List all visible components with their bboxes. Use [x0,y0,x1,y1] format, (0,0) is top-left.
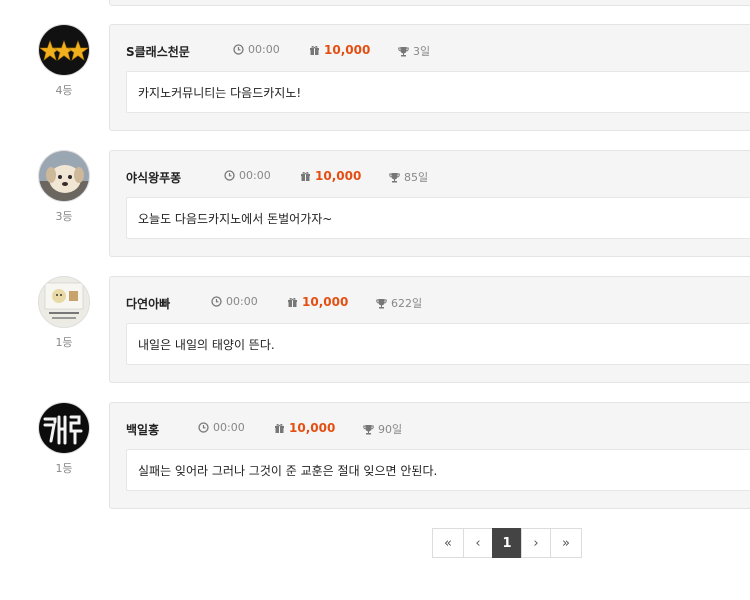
avatar[interactable] [38,24,90,76]
points-text: 10,000 [324,43,371,57]
comment-time: 00:00 [224,169,271,182]
trophy-icon [389,173,400,183]
user-rank: 4등 [55,84,73,97]
time-text: 00:00 [213,421,245,434]
points-text: 10,000 [315,169,362,183]
comment-item: 1등 백일홍 00:00 10,000 90일 실패는 잊어라 그러나 그것이 … [0,402,750,528]
comment-message: 실패는 잊어라 그러나 그것이 준 교훈은 절대 잊으면 안된다. [126,449,750,491]
comment-points: 10,000 [309,43,370,57]
comment-time: 00:00 [211,295,258,308]
author-name[interactable]: S클래스천문 [126,43,190,60]
comment-meta: 백일홍 00:00 10,000 90일 [126,421,750,437]
trophy-icon [398,47,409,57]
comment-meta: 다연아빠 00:00 10,000 622일 [126,295,750,311]
user-rank: 1등 [55,336,73,349]
comment-item: 3등 야식왕푸퐁 00:00 10,000 85일 오늘도 다음드카지노에서 돈… [0,150,750,276]
membership-days: 622일 [376,295,422,311]
days-text: 3일 [413,45,431,58]
avatar[interactable] [38,150,90,202]
comment-card: S클래스천문 00:00 10,000 3일 카지노커뮤니티는 다음드카지노! [109,24,750,131]
trophy-icon [363,425,374,435]
author-column: 4등 [38,24,90,98]
clock-icon [233,44,244,55]
days-text: 90일 [378,423,403,436]
days-text: 85일 [404,171,429,184]
comment-points: 10,000 [300,169,361,183]
time-text: 00:00 [248,43,280,56]
gift-icon [301,172,310,181]
comment-item: 4등 S클래스천문 00:00 10,000 3일 카지노커뮤니티는 다음드카지… [0,24,750,150]
avatar[interactable] [38,276,90,328]
puppy-avatar-image [39,151,89,201]
author-name[interactable]: 다연아빠 [126,295,170,312]
comment-message: 내일은 내일의 태양이 뜬다. [126,323,750,365]
membership-days: 85일 [389,169,428,185]
comment-message: 오늘도 다음드카지노에서 돈벌어가자~ [126,197,750,239]
comment-card: 야식왕푸퐁 00:00 10,000 85일 오늘도 다음드카지노에서 돈벌어가… [109,150,750,257]
comment-meta: 야식왕푸퐁 00:00 10,000 85일 [126,169,750,185]
previous-page-button[interactable]: ‹ [463,528,493,558]
three-stars-avatar-image [39,25,89,75]
gift-icon [288,298,297,307]
comment-list: 4등 S클래스천문 00:00 10,000 3일 카지노커뮤니티는 다음드카지… [0,24,750,528]
last-page-button[interactable]: » [550,528,582,558]
first-page-button[interactable]: « [432,528,464,558]
points-text: 10,000 [289,421,336,435]
membership-days: 3일 [398,43,430,59]
comment-item: 1등 다연아빠 00:00 10,000 622일 내일은 내일의 태양이 뜬다… [0,276,750,402]
time-text: 00:00 [226,295,258,308]
character-avatar-image [39,277,89,327]
time-text: 00:00 [239,169,271,182]
comment-points: 10,000 [274,421,335,435]
pagination: « ‹ 1 › » [432,528,582,558]
comment-message: 카지노커뮤니티는 다음드카지노! [126,71,750,113]
membership-days: 90일 [363,421,402,437]
trophy-icon [376,299,387,309]
comment-card: 백일홍 00:00 10,000 90일 실패는 잊어라 그러나 그것이 준 교… [109,402,750,509]
gift-icon [275,424,284,433]
comment-card: 다연아빠 00:00 10,000 622일 내일은 내일의 태양이 뜬다. [109,276,750,383]
user-rank: 3등 [55,210,73,223]
comment-points: 10,000 [287,295,348,309]
author-name[interactable]: 야식왕푸퐁 [126,169,181,186]
author-name[interactable]: 백일홍 [126,421,159,438]
clock-icon [224,170,235,181]
clock-icon [211,296,222,307]
author-column: 1등 [38,402,90,476]
user-rank: 1등 [55,462,73,475]
avatar[interactable] [38,402,90,454]
points-text: 10,000 [302,295,349,309]
comment-meta: S클래스천문 00:00 10,000 3일 [126,43,750,59]
days-text: 622일 [391,297,423,310]
neon-text-avatar-image [39,403,89,453]
previous-comment-card-edge [109,0,750,6]
author-column: 1등 [38,276,90,350]
comment-time: 00:00 [233,43,280,56]
current-page-button[interactable]: 1 [492,528,522,558]
gift-icon [310,46,319,55]
clock-icon [198,422,209,433]
next-page-button[interactable]: › [521,528,551,558]
author-column: 3등 [38,150,90,224]
comment-time: 00:00 [198,421,245,434]
